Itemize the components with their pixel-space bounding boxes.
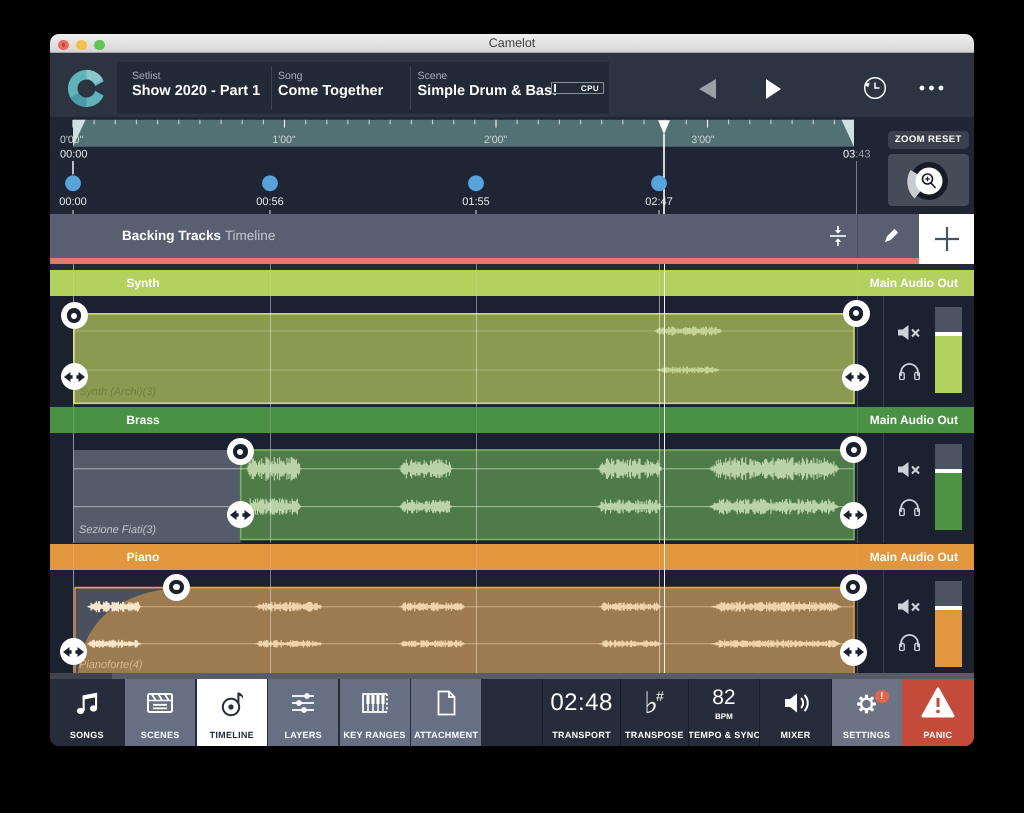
svg-text:1'00": 1'00" bbox=[272, 134, 296, 146]
svg-text:#: # bbox=[656, 688, 664, 704]
svg-text:0'00": 0'00" bbox=[60, 134, 84, 146]
svg-text:2'00": 2'00" bbox=[484, 134, 508, 146]
svg-text:03:43: 03:43 bbox=[843, 149, 871, 161]
svg-text:02:47: 02:47 bbox=[645, 196, 673, 208]
svg-text:00:00: 00:00 bbox=[59, 196, 87, 208]
svg-text:01:55: 01:55 bbox=[462, 196, 490, 208]
svg-text:00:56: 00:56 bbox=[256, 196, 284, 208]
svg-text:3'00": 3'00" bbox=[691, 134, 715, 146]
svg-text:00:00: 00:00 bbox=[60, 149, 88, 161]
